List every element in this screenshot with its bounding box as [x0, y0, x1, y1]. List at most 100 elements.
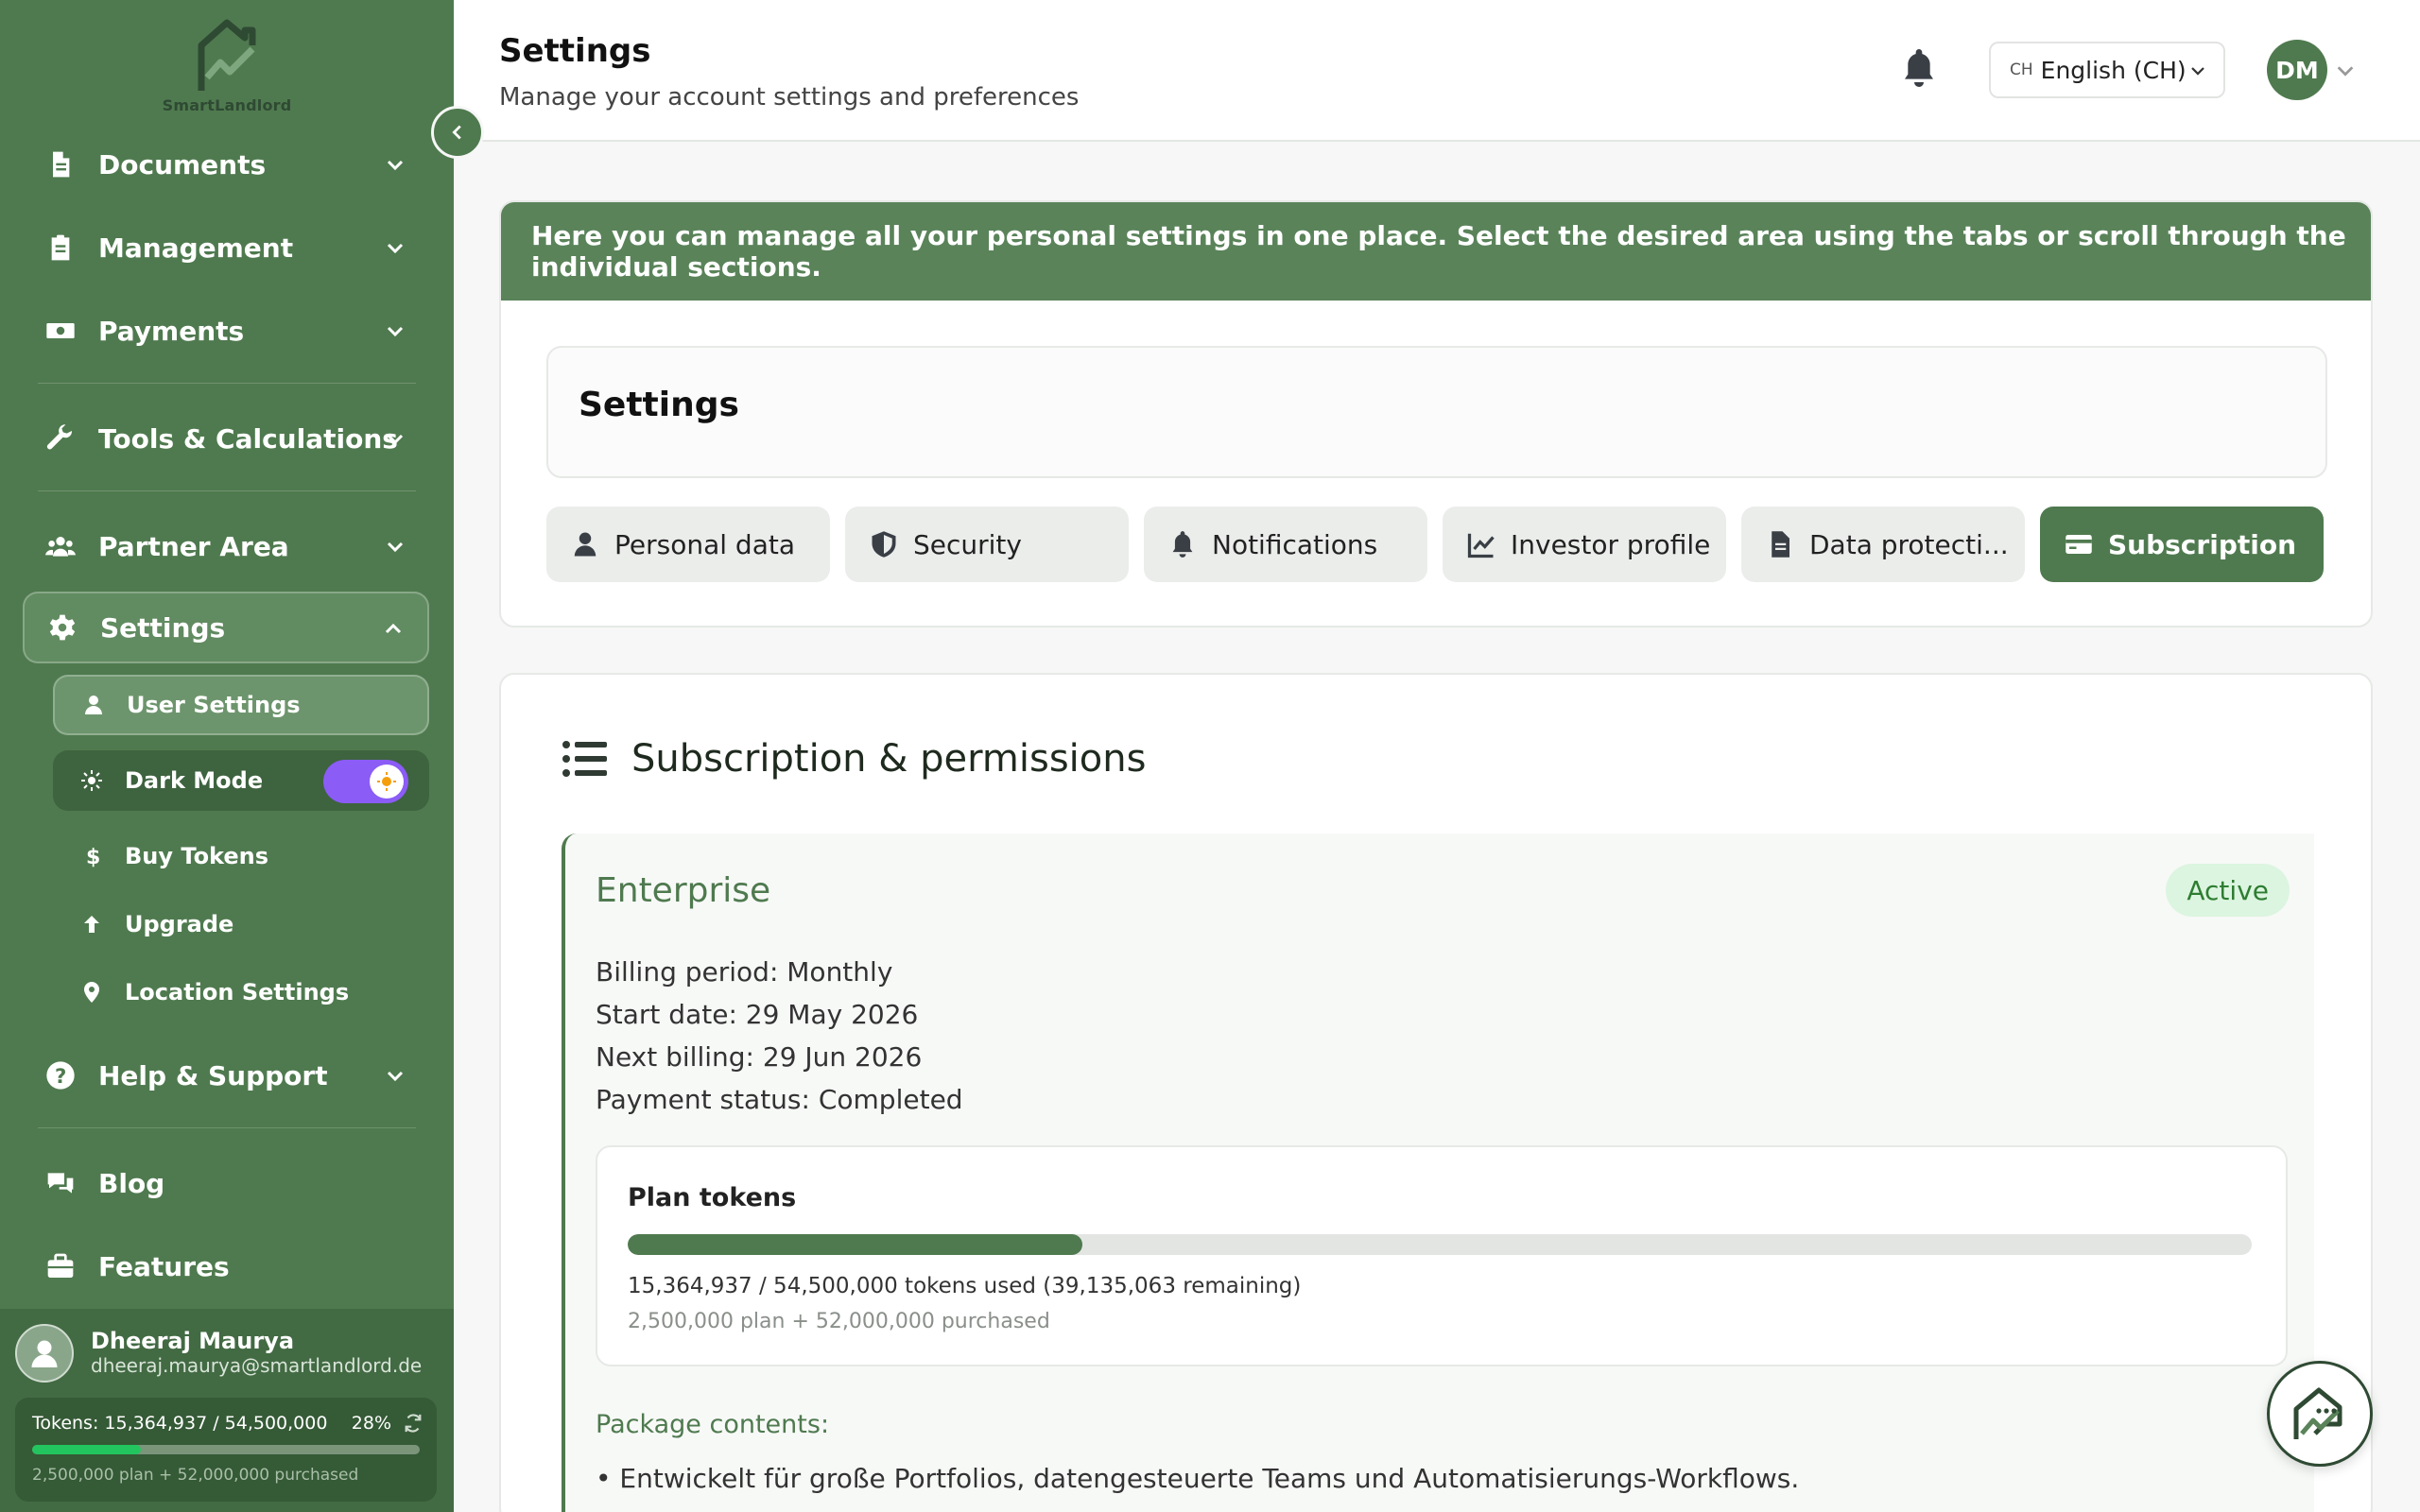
chevron-down-icon: [387, 326, 404, 337]
package-item: • Entwickelt für große Portfolios, daten…: [596, 1463, 1800, 1494]
tab-label: Notifications: [1212, 528, 1378, 560]
user-icon: [569, 528, 601, 560]
refresh-icon[interactable]: [403, 1413, 424, 1434]
logo-house-icon: [198, 19, 256, 91]
settings-title-box: Settings: [546, 346, 2327, 478]
plan-name: Enterprise: [596, 871, 771, 910]
chart-line-icon: [1465, 528, 1497, 560]
sidebar-subitem-buy-tokens[interactable]: $ Buy Tokens: [53, 826, 429, 886]
tab-label: Subscription: [2108, 528, 2297, 560]
tab-personal-data[interactable]: Personal data: [546, 507, 830, 582]
tab-subscription[interactable]: Subscription: [2040, 507, 2324, 582]
sidebar-item-payments[interactable]: Payments: [23, 295, 429, 367]
sidebar-item-documents[interactable]: Documents: [23, 129, 429, 200]
dark-mode-toggle[interactable]: [323, 760, 408, 803]
wrench-icon: [43, 421, 78, 455]
subscription-card: Subscription & permissions Enterprise Ac…: [499, 673, 2373, 1512]
notifications-button[interactable]: [1900, 47, 1944, 91]
bell-icon: [1167, 528, 1199, 560]
sidebar-item-partner-area[interactable]: Partner Area: [23, 510, 429, 582]
sidebar-item-blog[interactable]: Blog: [23, 1147, 429, 1219]
plan-tokens-breakdown: 2,500,000 plan + 52,000,000 purchased: [628, 1310, 1050, 1333]
token-usage-label: Tokens: 15,364,937 / 54,500,000: [32, 1413, 328, 1434]
token-usage-bar: [32, 1445, 420, 1454]
header-avatar[interactable]: DM: [2267, 40, 2327, 100]
sun-icon: [377, 772, 396, 791]
tab-label: Investor profile: [1511, 528, 1711, 560]
sidebar-item-settings[interactable]: Settings: [23, 592, 429, 663]
sidebar-divider: [38, 1127, 416, 1128]
bell-icon: [1905, 49, 1933, 87]
users-icon: [43, 529, 78, 563]
sidebar-subitem-label: Upgrade: [125, 911, 234, 937]
sidebar-item-label: Payments: [98, 315, 245, 347]
settings-overview-card: Here you can manage all your personal se…: [499, 200, 2373, 627]
sidebar-subitem-user-settings[interactable]: User Settings: [53, 675, 429, 735]
tab-security[interactable]: Security: [845, 507, 1129, 582]
settings-section-title: Settings: [579, 386, 739, 424]
sidebar-item-features[interactable]: Features: [23, 1230, 429, 1302]
logo[interactable]: SmartLandlord: [161, 19, 293, 123]
tab-notifications[interactable]: Notifications: [1144, 507, 1427, 582]
token-breakdown: 2,500,000 plan + 52,000,000 purchased: [32, 1466, 359, 1485]
clipboard-icon: [43, 231, 78, 265]
shield-icon: [868, 528, 900, 560]
gear-icon: [45, 610, 79, 644]
sidebar-subitem-label: Location Settings: [125, 979, 350, 1005]
sidebar-item-label: Partner Area: [98, 530, 289, 562]
chevron-down-icon: [2191, 67, 2204, 76]
package-contents-title: Package contents:: [596, 1410, 830, 1439]
top-header: Settings Manage your account settings an…: [454, 0, 2420, 142]
sidebar: SmartLandlord Documents Management Payme…: [0, 0, 454, 1512]
sidebar-subitem-upgrade[interactable]: Upgrade: [53, 894, 429, 954]
sidebar-item-label: Blog: [98, 1167, 165, 1199]
tab-investor-profile[interactable]: Investor profile: [1443, 507, 1726, 582]
avatar[interactable]: [15, 1324, 74, 1383]
money-icon: [43, 314, 78, 348]
sidebar-item-tools[interactable]: Tools & Calculations: [23, 403, 429, 474]
chat-assistant-button[interactable]: [2267, 1361, 2373, 1467]
language-name: English (CH): [2040, 56, 2187, 84]
chevron-down-icon[interactable]: [2335, 60, 2356, 81]
sidebar-item-help-support[interactable]: ? Help & Support: [23, 1040, 429, 1111]
sidebar-subitem-dark-mode: Dark Mode: [53, 750, 429, 811]
billing-period: Billing period: Monthly: [596, 956, 893, 988]
chevron-down-icon: [387, 160, 404, 171]
tab-label: Personal data: [614, 528, 795, 560]
info-banner: Here you can manage all your personal se…: [501, 202, 2371, 301]
page-subtitle: Manage your account settings and prefere…: [499, 83, 1080, 112]
token-usage-percent: 28%: [351, 1413, 391, 1434]
document-icon: [1764, 528, 1796, 560]
user-profile-box: Dheeraj Maurya dheeraj.maurya@smartlandl…: [0, 1309, 454, 1512]
logo-text: SmartLandlord: [162, 96, 292, 114]
user-email: dheeraj.maurya@smartlandlord.de: [91, 1354, 423, 1377]
sidebar-subitem-location-settings[interactable]: Location Settings: [53, 962, 429, 1022]
sidebar-subitem-label: Dark Mode: [125, 767, 264, 794]
credit-card-icon: [2063, 528, 2095, 560]
user-name: Dheeraj Maurya: [91, 1328, 295, 1354]
token-usage-card: Tokens: 15,364,937 / 54,500,000 28% 2,50…: [15, 1398, 437, 1502]
chevron-down-icon: [387, 434, 404, 445]
language-code: CH: [2010, 60, 2033, 79]
sidebar-item-label: Help & Support: [98, 1059, 328, 1091]
tab-data-protection[interactable]: Data protecti...: [1741, 507, 2025, 582]
briefcase-icon: [43, 1249, 78, 1283]
svg-text:$: $: [86, 846, 100, 868]
status-badge: Active: [2166, 864, 2290, 917]
language-selector[interactable]: CH English (CH): [1989, 42, 2225, 98]
sidebar-subitem-label: User Settings: [127, 692, 301, 718]
sidebar-item-management[interactable]: Management: [23, 212, 429, 284]
subscription-heading-text: Subscription & permissions: [631, 737, 1147, 781]
user-icon: [31, 1340, 58, 1367]
plan-tokens-used: 15,364,937 / 54,500,000 tokens used (39,…: [628, 1274, 1302, 1298]
next-billing: Next billing: 29 Jun 2026: [596, 1041, 923, 1073]
sidebar-item-label: Management: [98, 232, 294, 264]
sidebar-subitem-label: Buy Tokens: [125, 843, 269, 869]
collapse-sidebar-button[interactable]: [431, 106, 484, 159]
chevron-down-icon: [387, 541, 404, 553]
page-title: Settings: [499, 32, 651, 70]
question-icon: ?: [43, 1058, 78, 1092]
chevron-down-icon: [387, 243, 404, 254]
settings-tabs: Personal data Security Notifications Inv…: [546, 507, 2324, 582]
user-icon: [79, 691, 108, 719]
